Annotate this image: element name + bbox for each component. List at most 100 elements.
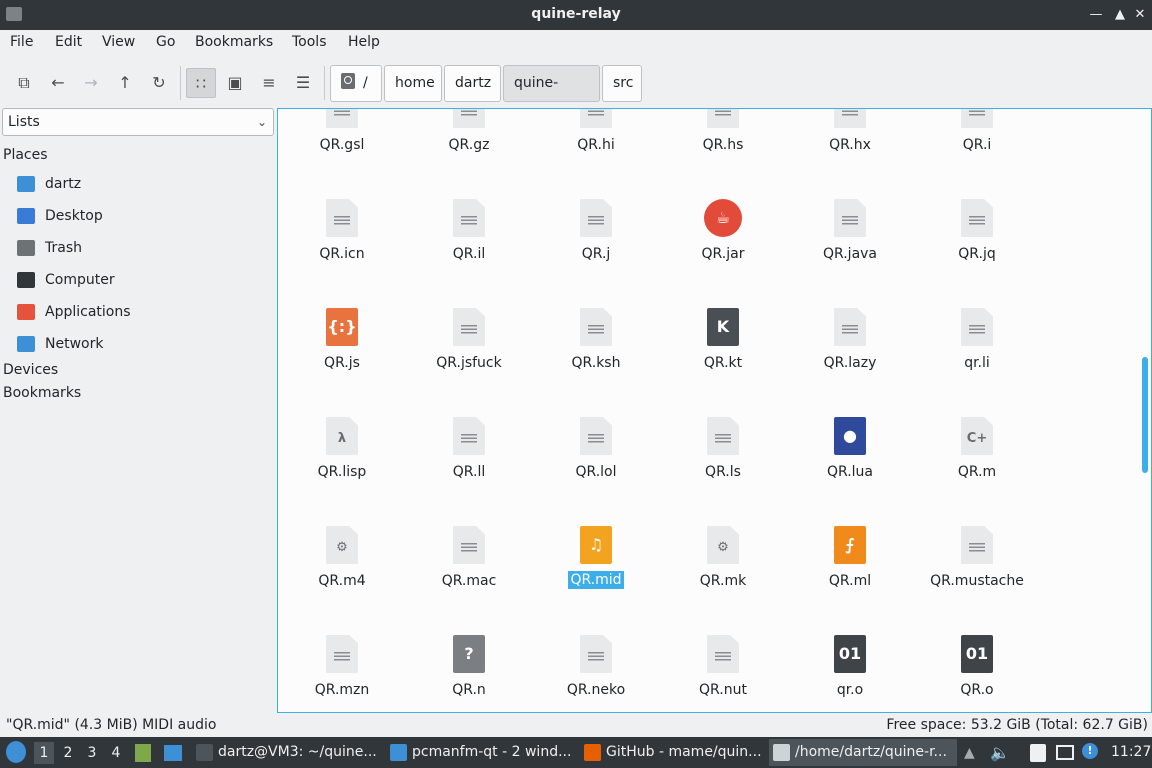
kotlin-icon: K <box>707 308 739 346</box>
reload-icon[interactable]: ↻ <box>144 68 174 98</box>
compact-view-icon[interactable]: ≡ <box>254 68 284 98</box>
text-icon <box>326 199 358 237</box>
menu-file[interactable]: File <box>10 34 33 50</box>
menu-help[interactable]: Help <box>348 34 380 50</box>
file-item[interactable]: K QR.kt <box>660 236 786 371</box>
file-item[interactable]: QR.ksh <box>533 236 659 371</box>
file-item[interactable]: QR.neko <box>533 563 659 698</box>
text-icon <box>961 109 993 128</box>
file-item[interactable]: QR.i <box>914 109 1040 153</box>
forward-icon[interactable]: → <box>76 68 106 98</box>
lisp-icon: λ <box>326 417 358 455</box>
detailed-list-icon[interactable]: ☰ <box>288 68 318 98</box>
file-name: QR.mzn <box>314 682 370 698</box>
notification-icon[interactable]: ! <box>1082 743 1098 759</box>
places-header[interactable]: Places <box>3 147 48 163</box>
file-view[interactable]: QR.gsl QR.gz QR.hi QR.hs QR.hx QR.i QR.icn QR.i… <box>277 108 1152 713</box>
file-item[interactable]: ⚙ QR.mk <box>660 454 786 589</box>
back-icon[interactable]: ← <box>43 68 73 98</box>
upload-icon[interactable]: ▲ <box>964 744 978 762</box>
file-item[interactable]: 01 qr.o <box>787 563 913 698</box>
file-item[interactable]: ● QR.lua <box>787 345 913 480</box>
file-item[interactable]: QR.gz <box>406 109 532 153</box>
folder-icon <box>390 744 407 761</box>
file-item[interactable]: QR.jq <box>914 127 1040 262</box>
file-item[interactable]: QR.nut <box>660 563 786 698</box>
new-window-icon[interactable]: ⧉ <box>9 68 39 98</box>
desktop-icon <box>17 208 35 224</box>
sidebar-mode-select[interactable]: Lists ⌄ <box>2 108 274 136</box>
bookmarks-header[interactable]: Bookmarks <box>3 385 81 401</box>
text-icon <box>580 199 612 237</box>
menu-bookmarks[interactable]: Bookmarks <box>195 34 273 50</box>
text-icon <box>961 199 993 237</box>
text-icon <box>326 635 358 673</box>
desktop-1[interactable]: 1 <box>34 742 54 764</box>
clipboard-icon[interactable] <box>1030 744 1046 762</box>
breadcrumb-root[interactable]: / <box>330 65 382 102</box>
file-item[interactable]: ⚙ QR.m4 <box>279 454 405 589</box>
breadcrumb-home[interactable]: home <box>384 65 442 102</box>
file-item[interactable]: QR.j <box>533 127 659 262</box>
file-item[interactable]: QR.icn <box>279 127 405 262</box>
file-name: QR.neko <box>566 682 626 698</box>
menu-view[interactable]: View <box>102 34 135 50</box>
breadcrumb-dartz[interactable]: dartz <box>444 65 501 102</box>
file-item[interactable]: 01 QR.o <box>914 563 1040 698</box>
file-manager-launcher-icon[interactable] <box>135 744 151 762</box>
file-item[interactable]: QR.hs <box>660 109 786 153</box>
file-item[interactable]: ⨍ QR.ml <box>787 454 913 589</box>
text-icon <box>580 417 612 455</box>
vertical-scrollbar[interactable] <box>1142 357 1148 473</box>
file-item[interactable]: {:} QR.js <box>279 236 405 371</box>
desktop-2[interactable]: 2 <box>58 742 78 764</box>
clock[interactable]: 11:27 <box>1111 737 1151 768</box>
file-item[interactable]: ? QR.n <box>406 563 532 698</box>
start-menu-icon[interactable] <box>6 741 26 763</box>
file-item[interactable]: QR.lazy <box>787 236 913 371</box>
file-item[interactable]: ♫ QR.mid <box>533 454 659 589</box>
file-item[interactable]: QR.jsfuck <box>406 236 532 371</box>
file-item[interactable]: QR.mzn <box>279 563 405 698</box>
taskbar-task[interactable]: pcmanfm-qt - 2 wind... <box>386 739 574 766</box>
file-item[interactable]: λ QR.lisp <box>279 345 405 480</box>
taskbar-task[interactable]: /home/dartz/quine-r... <box>769 739 957 766</box>
file-item[interactable]: QR.il <box>406 127 532 262</box>
network-status-icon[interactable] <box>1056 745 1074 760</box>
objc-icon: C+ <box>961 417 993 455</box>
menu-go[interactable]: Go <box>156 34 175 50</box>
menu-tools[interactable]: Tools <box>292 34 327 50</box>
minimize-icon[interactable]: — <box>1086 5 1106 25</box>
file-item[interactable]: C+ QR.m <box>914 345 1040 480</box>
text-icon <box>453 526 485 564</box>
desktop-3[interactable]: 3 <box>82 742 102 764</box>
file-item[interactable]: ☕ QR.jar <box>660 127 786 262</box>
up-icon[interactable]: ↑ <box>110 68 140 98</box>
show-desktop-icon[interactable] <box>164 745 182 761</box>
ocaml-icon: ⨍ <box>834 526 866 564</box>
breadcrumb-quine-relay[interactable]: quine-relay <box>503 65 600 126</box>
thumbnail-view-icon[interactable]: ▣ <box>220 68 250 98</box>
menu-edit[interactable]: Edit <box>55 34 82 50</box>
file-item[interactable]: QR.gsl <box>279 109 405 153</box>
file-item[interactable]: QR.mustache <box>914 454 1040 589</box>
taskbar-task[interactable]: dartz@VM3: ~/quine... <box>192 739 380 766</box>
devices-header[interactable]: Devices <box>3 362 58 378</box>
desktop-4[interactable]: 4 <box>106 742 126 764</box>
file-item[interactable]: QR.ll <box>406 345 532 480</box>
binary-icon: 01 <box>834 635 866 673</box>
file-item[interactable]: QR.hx <box>787 109 913 153</box>
file-item[interactable]: QR.mac <box>406 454 532 589</box>
file-item[interactable]: QR.hi <box>533 109 659 153</box>
file-item[interactable]: qr.li <box>914 236 1040 371</box>
taskbar-task[interactable]: GitHub - mame/quin... <box>580 739 764 766</box>
volume-icon[interactable]: 🔈 <box>990 737 1012 768</box>
java-archive-icon: ☕ <box>704 199 742 237</box>
file-item[interactable]: QR.lol <box>533 345 659 480</box>
close-icon[interactable]: ✕ <box>1130 5 1150 25</box>
icon-view-icon[interactable]: ∷ <box>186 68 216 98</box>
file-item[interactable]: QR.ls <box>660 345 786 480</box>
file-item[interactable]: QR.java <box>787 127 913 262</box>
breadcrumb-src[interactable]: src <box>602 65 642 102</box>
maximize-icon[interactable]: ▲ <box>1110 5 1130 25</box>
